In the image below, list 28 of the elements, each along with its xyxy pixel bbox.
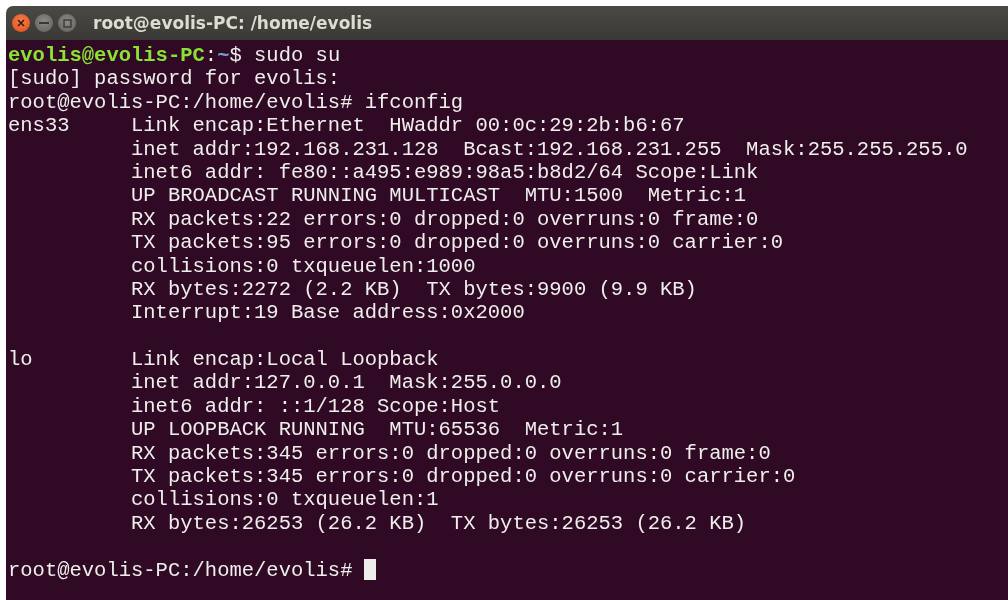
terminal-line: ens33 Link encap:Ethernet HWaddr 00:0c:29:2b:b6:67 <box>8 114 685 138</box>
terminal-line: TX packets:95 errors:0 dropped:0 overruns:0 carrier:0 <box>130 231 784 255</box>
terminal-line: Interrupt:19 Base address:0x2000 <box>130 301 525 325</box>
terminal-line: inet addr:192.168.231.128 Bcast:192.168.231.255 Mask:255.255.255.0 <box>130 137 968 161</box>
minimize-icon <box>39 21 49 25</box>
terminal-line: RX packets:22 errors:0 dropped:0 overruns:0 frame:0 <box>130 207 759 231</box>
terminal-line: lo Link encap:Local Loopback <box>8 348 439 372</box>
close-button[interactable] <box>12 14 30 32</box>
terminal-line: RX bytes:26253 (26.2 KB) TX bytes:26253 (26.2 KB) <box>130 511 747 535</box>
terminal-line: RX packets:345 errors:0 dropped:0 overruns:0 frame:0 <box>130 441 771 465</box>
minimize-button[interactable] <box>35 14 53 32</box>
terminal-line: inet addr:127.0.0.1 Mask:255.0.0.0 <box>130 371 562 395</box>
terminal-line: RX bytes:2272 (2.2 KB) TX bytes:9900 (9.9 KB) <box>130 277 697 301</box>
terminal-line: UP BROADCAST RUNNING MULTICAST MTU:1500 Metric:1 <box>130 184 747 208</box>
terminal-line: collisions:0 txqueuelen:1 <box>130 488 439 512</box>
terminal-line: TX packets:345 errors:0 dropped:0 overruns:0 carrier:0 <box>130 465 796 489</box>
prompt-line: evolis@evolis-PC:~$ sudo su <box>8 44 342 68</box>
terminal-line: collisions:0 txqueuelen:1000 <box>130 254 476 278</box>
terminal-line: inet6 addr: fe80::a495:e989:98a5:b8d2/64 Scope:Link <box>130 160 759 184</box>
window-title: root@evolis-PC: /home/evolis <box>93 13 373 33</box>
terminal-line: [sudo] password for evolis: <box>8 67 341 91</box>
terminal-line: UP LOOPBACK RUNNING MTU:65536 Metric:1 <box>130 418 624 442</box>
close-icon <box>16 18 26 28</box>
maximize-icon <box>62 18 72 28</box>
terminal-line: root@evolis-PC:/home/evolis# <box>8 558 353 582</box>
maximize-button[interactable] <box>58 14 76 32</box>
terminal-line: root@evolis-PC:/home/evolis# ifconfig <box>8 90 464 114</box>
terminal-line: inet6 addr: ::1/128 Scope:Host <box>130 394 501 418</box>
